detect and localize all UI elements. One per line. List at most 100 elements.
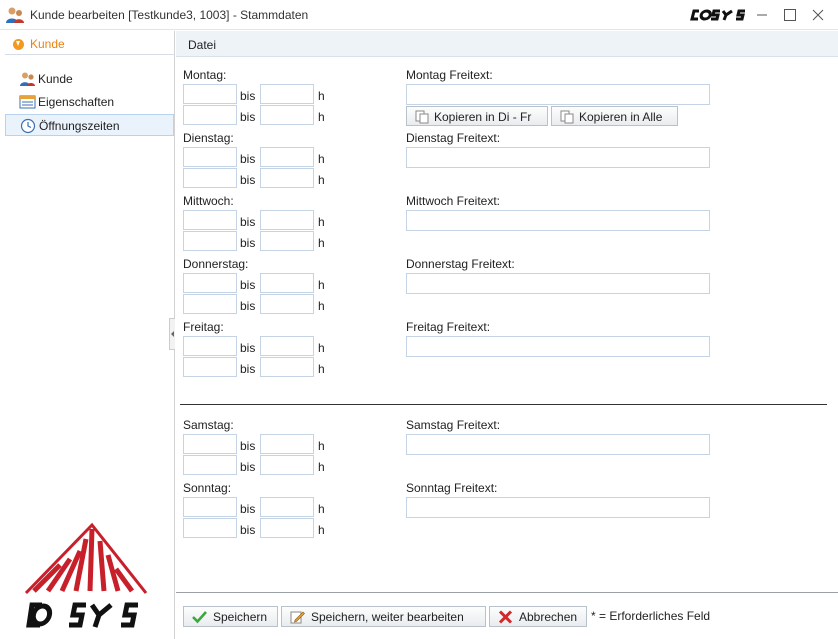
- samstag-from-1[interactable]: [183, 434, 237, 454]
- hour-unit-label: h: [318, 152, 325, 166]
- hour-unit-label: h: [318, 362, 325, 376]
- hour-unit-label: h: [318, 523, 325, 537]
- save-continue-label: Speichern, weiter bearbeiten: [311, 610, 464, 624]
- label-samstag-freitext: Samstag Freitext:: [406, 418, 501, 432]
- copy-icon: [560, 110, 574, 124]
- bis-label: bis: [240, 523, 256, 537]
- user-group-icon: [5, 6, 25, 24]
- hour-unit-label: h: [318, 502, 325, 516]
- minimize-icon[interactable]: [751, 4, 773, 26]
- montag-from-2[interactable]: [183, 105, 237, 125]
- donnerstag-freitext-input[interactable]: [406, 273, 710, 294]
- label-montag: Montag:: [183, 68, 227, 82]
- freitag-from-2[interactable]: [183, 357, 237, 377]
- sidebar-item-kunde[interactable]: Kunde: [5, 68, 174, 90]
- label-dienstag: Dienstag:: [183, 131, 234, 145]
- label-sonntag-freitext: Sonntag Freitext:: [406, 481, 498, 495]
- copy-all-button[interactable]: Kopieren in Alle: [551, 106, 678, 126]
- window-title: Kunde bearbeiten [Testkunde3, 1003] - St…: [30, 8, 309, 22]
- sidebar-header[interactable]: Kunde: [5, 33, 175, 55]
- hour-unit-label: h: [318, 278, 325, 292]
- label-mittwoch: Mittwoch:: [183, 194, 234, 208]
- hour-unit-label: h: [318, 236, 325, 250]
- bis-label: bis: [240, 152, 256, 166]
- mittwoch-to-2[interactable]: [260, 231, 314, 251]
- donnerstag-from-1[interactable]: [183, 273, 237, 293]
- label-dienstag-freitext: Dienstag Freitext:: [406, 131, 501, 145]
- checkmark-icon: [192, 610, 207, 624]
- hour-unit-label: h: [318, 215, 325, 229]
- bis-label: bis: [240, 460, 256, 474]
- dienstag-from-2[interactable]: [183, 168, 237, 188]
- freitag-to-1[interactable]: [260, 336, 314, 356]
- maximize-icon[interactable]: [779, 4, 801, 26]
- samstag-to-1[interactable]: [260, 434, 314, 454]
- dienstag-from-1[interactable]: [183, 147, 237, 167]
- sonntag-freitext-input[interactable]: [406, 497, 710, 518]
- mittwoch-freitext-input[interactable]: [406, 210, 710, 231]
- montag-from-1[interactable]: [183, 84, 237, 104]
- brand-logo: [690, 9, 746, 25]
- hour-unit-label: h: [318, 299, 325, 313]
- sidebar-collapse-handle[interactable]: [169, 318, 175, 350]
- hour-unit-label: h: [318, 460, 325, 474]
- sidebar-header-label: Kunde: [30, 37, 65, 51]
- samstag-freitext-input[interactable]: [406, 434, 710, 455]
- save-button[interactable]: Speichern: [183, 606, 278, 627]
- hour-unit-label: h: [318, 439, 325, 453]
- label-samstag: Samstag:: [183, 418, 234, 432]
- hour-unit-label: h: [318, 341, 325, 355]
- bis-label: bis: [240, 299, 256, 313]
- save-continue-button[interactable]: Speichern, weiter bearbeiten: [281, 606, 486, 627]
- freitag-from-1[interactable]: [183, 336, 237, 356]
- dienstag-to-2[interactable]: [260, 168, 314, 188]
- clock-icon: [20, 118, 37, 134]
- bis-label: bis: [240, 439, 256, 453]
- donnerstag-to-1[interactable]: [260, 273, 314, 293]
- bis-label: bis: [240, 502, 256, 516]
- dienstag-to-1[interactable]: [260, 147, 314, 167]
- label-freitag-freitext: Freitag Freitext:: [406, 320, 491, 334]
- cosys-logo: [20, 521, 150, 636]
- freitag-freitext-input[interactable]: [406, 336, 710, 357]
- dienstag-freitext-input[interactable]: [406, 147, 710, 168]
- label-donnerstag: Donnerstag:: [183, 257, 249, 271]
- bis-label: bis: [240, 215, 256, 229]
- samstag-to-2[interactable]: [260, 455, 314, 475]
- cancel-button[interactable]: Abbrechen: [489, 606, 587, 627]
- cancel-label: Abbrechen: [519, 610, 578, 624]
- bis-label: bis: [240, 341, 256, 355]
- menu-bar: Datei: [176, 31, 838, 57]
- copy-all-label: Kopieren in Alle: [579, 110, 663, 124]
- copy-di-fr-label: Kopieren in Di - Fr: [434, 110, 532, 124]
- chevron-down-icon: [13, 39, 24, 50]
- close-icon[interactable]: [807, 4, 829, 26]
- sidebar-item-oeffnungszeiten[interactable]: Öffnungszeiten: [5, 114, 174, 136]
- bis-label: bis: [240, 89, 256, 103]
- sonntag-to-1[interactable]: [260, 497, 314, 517]
- freitag-to-2[interactable]: [260, 357, 314, 377]
- sonntag-from-1[interactable]: [183, 497, 237, 517]
- montag-to-1[interactable]: [260, 84, 314, 104]
- samstag-from-2[interactable]: [183, 455, 237, 475]
- hour-unit-label: h: [318, 173, 325, 187]
- sidebar-item-eigenschaften[interactable]: Eigenschaften: [5, 91, 174, 113]
- copy-icon: [415, 110, 429, 124]
- donnerstag-to-2[interactable]: [260, 294, 314, 314]
- donnerstag-from-2[interactable]: [183, 294, 237, 314]
- mittwoch-from-2[interactable]: [183, 231, 237, 251]
- sonntag-from-2[interactable]: [183, 518, 237, 538]
- weekend-separator: [180, 404, 827, 405]
- montag-to-2[interactable]: [260, 105, 314, 125]
- label-donnerstag-freitext: Donnerstag Freitext:: [406, 257, 515, 271]
- copy-di-fr-button[interactable]: Kopieren in Di - Fr: [406, 106, 548, 126]
- required-field-note: * = Erforderliches Feld: [591, 609, 711, 623]
- mittwoch-to-1[interactable]: [260, 210, 314, 230]
- montag-freitext-input[interactable]: [406, 84, 710, 105]
- sonntag-to-2[interactable]: [260, 518, 314, 538]
- cross-icon: [498, 610, 513, 624]
- hour-unit-label: h: [318, 110, 325, 124]
- sidebar-item-label: Öffnungszeiten: [39, 119, 120, 133]
- menu-file[interactable]: Datei: [188, 38, 216, 52]
- mittwoch-from-1[interactable]: [183, 210, 237, 230]
